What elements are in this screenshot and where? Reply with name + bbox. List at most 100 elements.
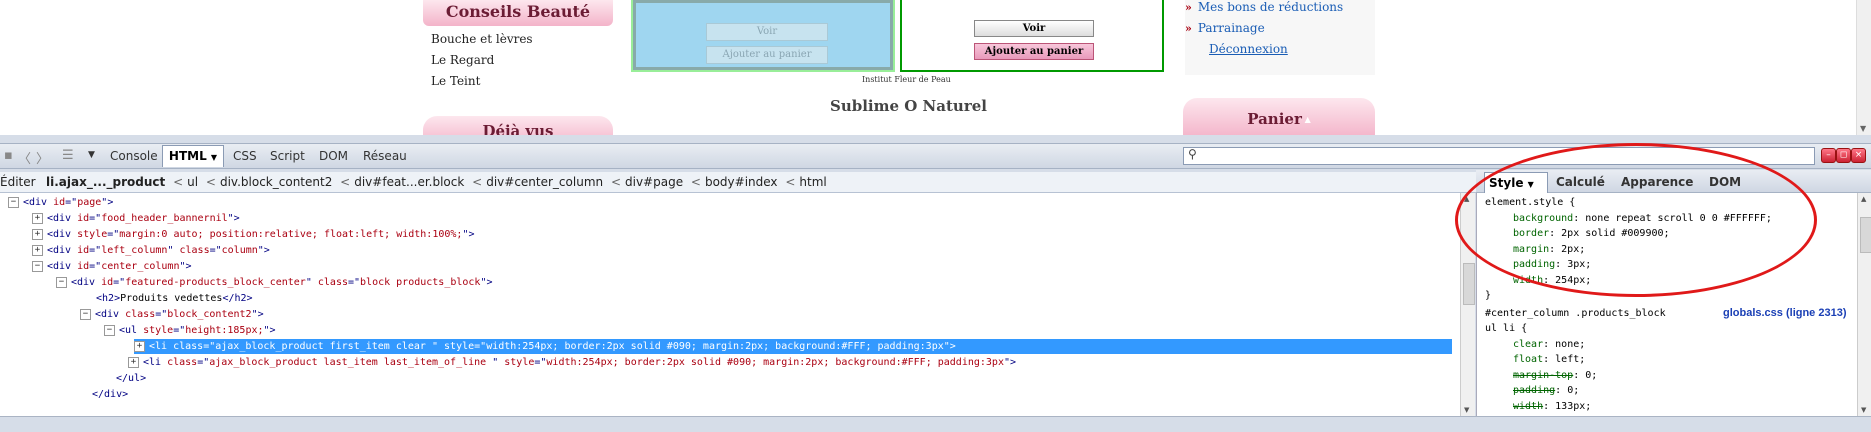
dropdown-arrow-icon: ▼ [1527,180,1534,189]
html-node[interactable]: <h2>Produits vedettes</h2> [96,291,253,306]
breadcrumb-item[interactable]: body#index [705,175,778,189]
attr-value: food_header_bannernil [101,213,228,224]
css-property[interactable]: float: left; [1513,352,1585,367]
collapse-icon[interactable]: − [8,196,19,208]
tab-script[interactable]: Script [270,147,305,165]
expand-icon[interactable]: + [134,340,145,352]
dropdown-arrow-icon[interactable]: ▼ [88,150,95,160]
css-property[interactable]: margin: 2px; [1513,242,1585,257]
breadcrumb-item[interactable]: html [799,175,826,189]
scroll-down-icon[interactable]: ▼ [1464,406,1469,414]
search-input[interactable]: ⚲ [1183,147,1815,165]
tab-style[interactable]: Style ▼ [1484,172,1548,193]
html-node-selected[interactable]: + <li class="ajax_block_product first_ite… [134,339,1452,354]
firebug-icon[interactable]: ▪ [4,148,13,163]
tab-css[interactable]: CSS [233,147,257,165]
account-link[interactable]: » Mes bons de réductions [1185,0,1375,21]
collapse-icon[interactable]: − [32,260,43,272]
tab-dom[interactable]: DOM [319,147,348,165]
minimize-icon[interactable]: – [1821,148,1836,163]
html-node[interactable]: − <ul style="height:185px;"> [104,323,276,338]
html-node[interactable]: + <div style="margin:0 auto; position:rel… [32,227,475,242]
html-node[interactable]: − <div id="center_column"> [32,259,192,274]
css-property[interactable]: background: none repeat scroll 0 0 #FFFF… [1513,211,1772,226]
css-property[interactable]: padding: 3px; [1513,257,1591,272]
attr-value: left_column [101,245,168,256]
logout-link[interactable]: Déconnexion [1185,42,1375,63]
back-arrow-icon[interactable]: 〈 [18,148,31,167]
html-node[interactable]: </ul> [116,371,146,386]
css-selector[interactable]: ul li { [1485,321,1527,336]
breadcrumb-item[interactable]: div#center_column [486,175,603,189]
style-panel[interactable]: element.style {background: none repeat s… [1476,193,1858,416]
collapse-icon[interactable]: − [80,308,91,320]
css-property[interactable]: clear: none; [1513,337,1585,352]
expand-icon[interactable]: + [32,244,43,256]
conseils-link[interactable]: Le Teint [431,74,613,95]
collapse-icon[interactable]: − [104,324,115,336]
attr-name: class [119,309,156,320]
tab-console[interactable]: Console [110,147,158,165]
css-rule-end[interactable]: } [1485,288,1491,303]
list-icon[interactable]: ☰ [62,148,74,163]
tab-side-dom[interactable]: DOM [1709,172,1741,192]
tab-apparence[interactable]: Apparence [1621,172,1693,192]
html-tree-panel[interactable]: − <div id="page"> + <div id="food_header_ba… [0,193,1460,416]
tab-html[interactable]: HTML ▼ [162,145,224,167]
html-node[interactable]: + <div id="food_header_bannernil"> [32,211,240,226]
html-node[interactable]: − <div id="page"> [8,195,113,210]
scroll-down-icon[interactable]: ▼ [1860,124,1866,133]
conseils-link[interactable]: Le Regard [431,53,613,74]
html-node[interactable]: − <div class="block_content2"> [80,307,264,322]
css-property-overridden[interactable]: padding: 0; [1513,383,1579,398]
expand-icon[interactable]: + [32,228,43,240]
collapse-icon[interactable]: − [56,276,67,288]
add-to-cart-button[interactable]: Ajouter au panier [974,43,1094,60]
attr-value: ajax_block_product first_item clear [215,341,432,352]
scroll-thumb[interactable] [1860,217,1871,253]
css-selector[interactable]: #center_column .products_block [1485,306,1666,321]
breadcrumb-item[interactable]: ul [187,175,198,189]
html-node[interactable]: + <li class="ajax_block_product last_item… [128,355,1016,370]
style-panel-scrollbar[interactable]: ▲ ▼ [1857,193,1871,416]
html-node[interactable]: </div> [92,387,128,402]
css-source-link[interactable]: globals.css (ligne 2313) [1723,307,1847,319]
breadcrumb-item[interactable]: div#feat...er.block [354,175,464,189]
scroll-up-icon[interactable]: ▲ [1464,195,1469,203]
edit-button[interactable]: Éditer [0,172,36,192]
html-panel-scrollbar[interactable]: ▲ ▼ [1460,193,1475,416]
css-token: : left; [1543,354,1586,365]
chevron-right-icon: » [1185,22,1192,35]
tag-close: > [269,325,276,336]
breadcrumb-current[interactable]: li.ajax_..._product [46,175,165,189]
css-property-overridden[interactable]: width: 133px; [1513,399,1591,414]
scroll-thumb[interactable] [1463,263,1475,305]
scroll-up-icon[interactable]: ▲ [1861,195,1866,203]
account-link[interactable]: » Parrainage [1185,21,1375,42]
voir-button[interactable]: Voir [974,20,1094,37]
page-scrollbar[interactable]: ▼ [1856,0,1871,135]
css-property[interactable]: border: 2px solid #009900; [1513,226,1670,241]
html-node[interactable]: − <div id="featured-products_block_center… [56,275,493,290]
css-token: : 133px; [1543,400,1592,412]
html-node[interactable]: + <div id="left_column" class="column"> [32,243,270,258]
product-block-highlighted[interactable]: Voir Ajouter au panier [631,0,895,72]
tab-reseau[interactable]: Réseau [363,147,407,165]
close-icon[interactable]: × [1851,148,1866,163]
expand-icon[interactable]: + [32,212,43,224]
css-property[interactable]: width: 254px; [1513,273,1591,288]
breadcrumb-item[interactable]: div#page [625,175,683,189]
attr-name: style [71,229,108,240]
scroll-down-icon[interactable]: ▼ [1861,406,1866,414]
detach-icon[interactable]: ◻ [1836,148,1851,163]
css-property-overridden[interactable]: margin-top: 0; [1513,368,1597,383]
tab-calcule[interactable]: Calculé [1556,172,1605,192]
expand-icon[interactable]: + [128,356,139,368]
forward-arrow-icon[interactable]: 〉 [36,148,49,167]
product-block[interactable]: Voir Ajouter au panier [900,0,1164,72]
conseils-link[interactable]: Bouche et lèvres [431,32,613,53]
voir-button[interactable]: Voir [706,23,828,41]
css-selector[interactable]: element.style { [1485,195,1575,210]
breadcrumb-item[interactable]: div.block_content2 [220,175,332,189]
add-to-cart-button[interactable]: Ajouter au panier [706,46,828,64]
